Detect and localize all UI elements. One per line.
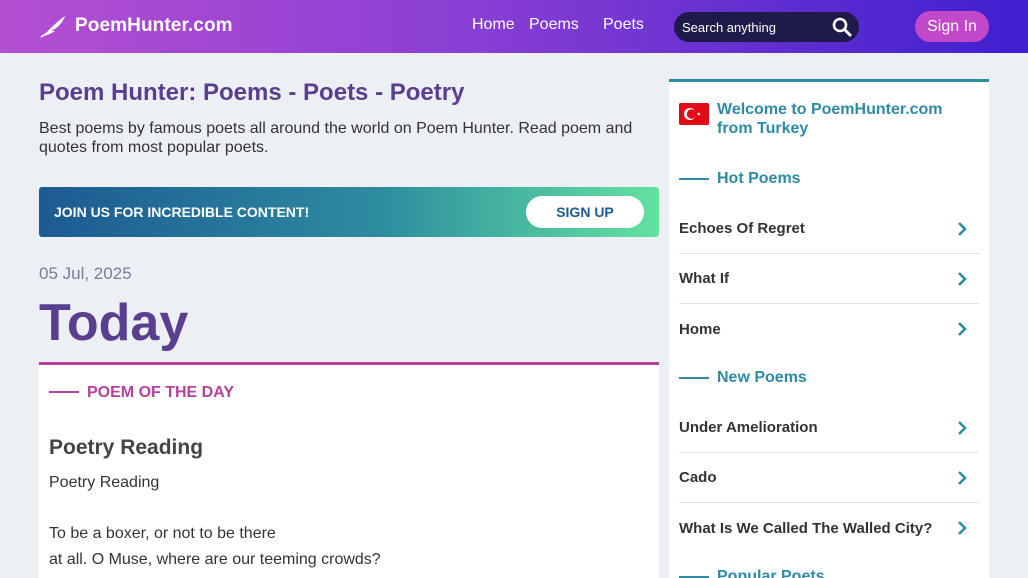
new-poem-item[interactable]: Cado xyxy=(679,453,979,503)
nav-poets-link[interactable]: Poets xyxy=(603,16,644,34)
section-accent-line xyxy=(49,391,79,393)
section-accent-line xyxy=(679,377,709,379)
list-item-label: What Is We Called The Walled City? xyxy=(679,519,933,537)
sign-in-button[interactable]: Sign In xyxy=(915,11,989,42)
today-heading: Today xyxy=(39,294,189,352)
new-poems-heading: New Poems xyxy=(717,369,807,386)
popular-poets-heading: Popular Poets xyxy=(717,568,825,578)
search-icon[interactable] xyxy=(832,17,852,37)
nav-poems-link[interactable]: Poems xyxy=(529,16,579,34)
poem-line: at all. O Muse, where are our teeming cr… xyxy=(49,551,381,568)
current-date: 05 Jul, 2025 xyxy=(39,264,132,283)
poem-line: To be a boxer, or not to be there xyxy=(49,525,276,542)
sign-up-button[interactable]: SIGN UP xyxy=(526,196,644,228)
turkey-flag-icon xyxy=(679,103,709,125)
page-title: Poem Hunter: Poems - Poets - Poetry xyxy=(39,79,465,106)
section-accent-line xyxy=(679,178,709,180)
hot-poem-item[interactable]: Echoes Of Regret xyxy=(679,204,979,254)
welcome-message: Welcome to PoemHunter.com from Turkey xyxy=(717,101,943,137)
poem-of-the-day-card: POEM OF THE DAY Poetry Reading Poetry Re… xyxy=(39,362,659,578)
poem-of-the-day-label: POEM OF THE DAY xyxy=(87,384,234,401)
logo-text: PoemHunter.com xyxy=(75,15,233,36)
new-poem-item[interactable]: Under Amelioration xyxy=(679,403,979,453)
list-item-label: Home xyxy=(679,320,721,338)
list-item-label: Echoes Of Regret xyxy=(679,220,805,237)
nav-home-link[interactable]: Home xyxy=(472,16,515,34)
chevron-right-icon xyxy=(958,221,967,236)
poem-line: Poetry Reading xyxy=(49,474,160,491)
new-poem-item[interactable]: What Is We Called The Walled City? xyxy=(679,503,979,553)
hot-poem-item[interactable]: Home xyxy=(679,304,979,354)
chevron-right-icon xyxy=(958,470,967,485)
poem-title[interactable]: Poetry Reading xyxy=(49,436,203,460)
chevron-right-icon xyxy=(958,420,967,435)
search-box xyxy=(674,12,859,42)
chevron-right-icon xyxy=(958,521,967,535)
chevron-right-icon xyxy=(958,322,967,336)
sidebar: Welcome to PoemHunter.com from Turkey Ho… xyxy=(669,79,989,578)
site-logo[interactable]: PoemHunter.com xyxy=(39,14,233,38)
join-banner-text: JOIN US FOR INCREDIBLE CONTENT! xyxy=(54,204,310,220)
list-item-label: Cado xyxy=(679,469,717,486)
page-description: Best poems by famous poets all around th… xyxy=(39,120,633,156)
top-navbar: PoemHunter.com Home Poems Poets Sign In xyxy=(0,0,1028,53)
hot-poem-item[interactable]: What If xyxy=(679,254,979,304)
search-input[interactable] xyxy=(682,19,822,35)
quill-icon xyxy=(40,16,65,38)
list-item-label: What If xyxy=(679,270,729,287)
join-banner: JOIN US FOR INCREDIBLE CONTENT! SIGN UP xyxy=(39,187,659,237)
list-item-label: Under Amelioration xyxy=(679,419,818,436)
chevron-right-icon xyxy=(958,271,967,286)
hot-poems-heading: Hot Poems xyxy=(717,170,801,187)
